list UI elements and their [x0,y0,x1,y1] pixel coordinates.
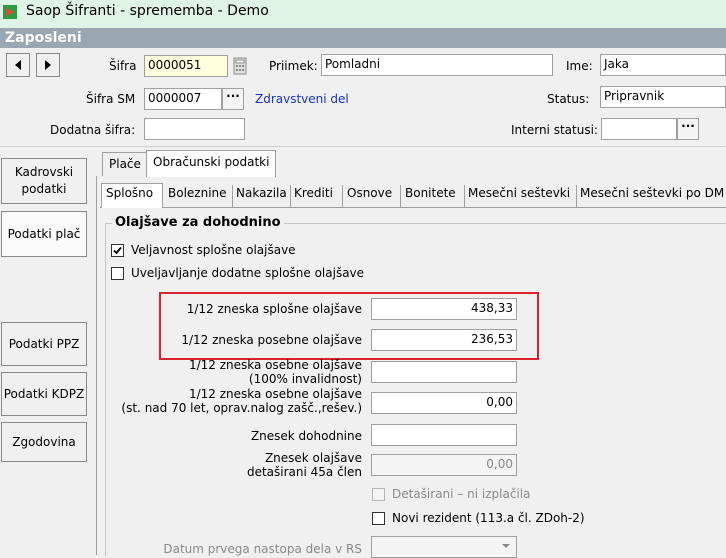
datum-nastopa-label: Datum prvega nastopa dela v RS [163,542,362,556]
sidebar-item-ppz[interactable]: Podatki PPZ [1,322,87,366]
detasirani-label-line2: detaširani 45a člen [246,465,362,479]
section-title: Zaposleni [5,30,82,46]
subtab-separator [464,185,465,207]
osebna-70-field[interactable]: 0,00 [371,392,517,414]
priimek-label: Priimek: [269,59,318,73]
ime-field[interactable]: Jaka [600,54,726,76]
highlight-box [159,292,539,360]
checkmark-icon [113,246,122,255]
subtab-splosno[interactable]: Splošno [106,186,153,200]
uveljavljanje-label: Uveljavljanje dodatne splošne olajšave [131,266,365,280]
subtab-mesecni-sestevki[interactable]: Mesečni seštevki [468,186,570,200]
interni-statusi-label: Interni statusi: [511,123,598,137]
sidebar-item-kdpz[interactable]: Podatki KDPZ [1,372,87,416]
sifra-field[interactable]: 0000051 [144,55,228,77]
priimek-field[interactable]: Pomladni [321,54,553,76]
subtab-krediti[interactable]: Krediti [294,186,333,200]
tab-obracunski-podatki[interactable]: Obračunski podatki [146,150,277,177]
ime-label: Ime: [566,59,593,73]
osebna-70-label-line2: (st. nad 70 let, oprav.nalog zašč.,rešev… [121,401,362,415]
form-divider [0,146,726,147]
subtab-bonitete[interactable]: Bonitete [405,186,456,200]
sifra-sm-browse-button[interactable]: ··· [222,88,244,110]
sidebar-item-kadrovski[interactable]: Kadrovski podatki [1,158,87,204]
status-field[interactable]: Pripravnik [600,86,726,108]
prev-record-button[interactable] [6,53,30,77]
subtab-separator [232,185,233,207]
znesek-dohodnine-label: Znesek dohodnine [250,429,362,443]
uveljavljanje-checkbox[interactable] [111,267,124,280]
nov-rezident-label: Novi rezident (113.a čl. ZDoh-2) [392,511,585,525]
osebna-100-label-line1: 1/12 zneska osebne olajšave [188,358,362,372]
osebna-100-label-line2: (100% invalidnost) [248,372,362,386]
dodatna-sifra-label: Dodatna šifra: [50,123,136,137]
detasirani-label-line1: Znesek olajšave [264,451,362,465]
subtab-separator [576,185,577,207]
status-label: Status: [547,92,590,106]
subtab-separator [342,185,343,207]
arrow-left-icon [15,60,21,70]
tab-place[interactable]: Plače [102,152,148,176]
osebna-70-label: 1/12 zneska osebne olajšave (st. nad 70 … [100,387,362,415]
osebna-70-label-line1: 1/12 zneska osebne olajšave [188,387,362,401]
osebna-100-label: 1/12 zneska osebne olajšave (100% invali… [140,358,362,386]
subtab-osnove[interactable]: Osnove [347,186,392,200]
sifra-sm-field[interactable]: 0000007 [144,88,222,110]
interni-statusi-field[interactable] [601,118,677,140]
sifra-sm-description: Zdravstveni del [255,92,349,106]
subtab-separator [290,185,291,207]
sifra-label: Šifra [109,59,137,73]
nov-rezident-checkbox[interactable] [372,512,385,525]
sidebar-item-zgodovina[interactable]: Zgodovina [1,422,87,462]
detasirani-check-label: Detaširani – ni izplačila [392,487,531,501]
sidebar-item-podatki-plac[interactable]: Podatki plač [1,211,87,257]
znesek-dohodnine-field[interactable] [371,424,517,446]
veljavnost-label: Veljavnost splošne olajšave [131,243,296,257]
arrow-right-icon [45,60,51,70]
dodatna-sifra-field[interactable] [144,118,245,140]
subtab-mesecni-sestevki-po-dm[interactable]: Mesečni seštevki po DM [580,186,724,200]
sifra-sm-label: Šifra SM [86,92,136,106]
interni-statusi-browse-button[interactable]: ··· [677,118,699,140]
subtab-nakazila[interactable]: Nakazila [236,186,287,200]
section-header: Zaposleni [0,28,726,48]
detasirani-label: Znesek olajšave detaširani 45a člen [160,451,362,479]
subtab-separator [400,185,401,207]
olajsave-group-title: Olajšave za dohodnino [112,215,284,230]
app-icon [3,5,17,19]
detasirani-field[interactable]: 0,00 [371,454,517,476]
chevron-down-icon[interactable] [500,541,512,551]
next-record-button[interactable] [36,53,60,77]
detasirani-checkbox[interactable] [372,488,385,501]
osebna-100-field[interactable] [371,361,517,383]
calculator-icon[interactable] [232,57,248,75]
subtab-boleznine[interactable]: Boleznine [168,186,227,200]
window-title: Saop Šifranti - sprememba - Demo [26,3,269,19]
veljavnost-checkbox[interactable] [111,244,124,257]
